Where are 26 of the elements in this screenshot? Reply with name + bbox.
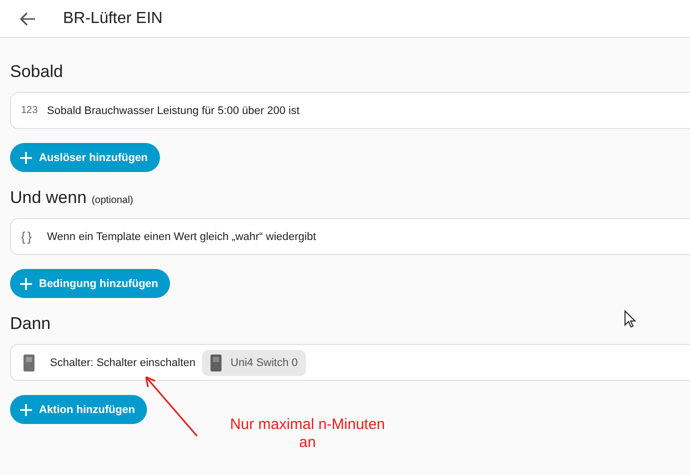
back-icon[interactable] — [20, 12, 36, 26]
rule-card[interactable]: 123 Sobald Brauchwasser Leistung für 5:00 über 200 ist — [10, 92, 690, 129]
rule-text: Sobald Brauchwasser Leistung für 5:00 über 200 ist — [47, 104, 300, 116]
rule-card[interactable]: Schalter: Schalter einschalten Uni4 Switch 0 — [10, 344, 690, 381]
cursor-icon — [624, 310, 636, 328]
number-icon: 123 — [21, 105, 47, 116]
rule-card[interactable]: {} Wenn ein Template einen Wert gleich „wahr“ wiedergibt — [10, 218, 690, 255]
plus-icon — [20, 404, 32, 416]
section-title: Dann — [10, 314, 51, 334]
annotation-text: an — [299, 434, 316, 452]
section-note: (optional) — [92, 195, 134, 206]
switch-icon — [210, 354, 222, 372]
rule-text: Schalter: Schalter einschalten — [50, 356, 196, 368]
entity-chip[interactable]: Uni4 Switch 0 — [202, 350, 306, 376]
annotation-text: Nur maximal n-Minuten — [230, 416, 386, 434]
plus-icon — [20, 152, 32, 164]
add-button[interactable]: Aktion hinzufügen — [10, 395, 147, 424]
section-title: Und wenn — [10, 188, 87, 208]
add-button[interactable]: Auslöser hinzufügen — [10, 143, 160, 172]
add-button[interactable]: Bedingung hinzufügen — [10, 269, 170, 298]
section-title: Sobald — [10, 62, 63, 82]
plus-icon — [20, 278, 32, 290]
switch-icon — [23, 354, 35, 372]
rule-text: Wenn ein Template einen Wert gleich „wahr“ wiedergibt — [47, 230, 316, 242]
braces-icon: {} — [21, 229, 47, 244]
page-title: BR-Lüfter EIN — [63, 10, 163, 28]
